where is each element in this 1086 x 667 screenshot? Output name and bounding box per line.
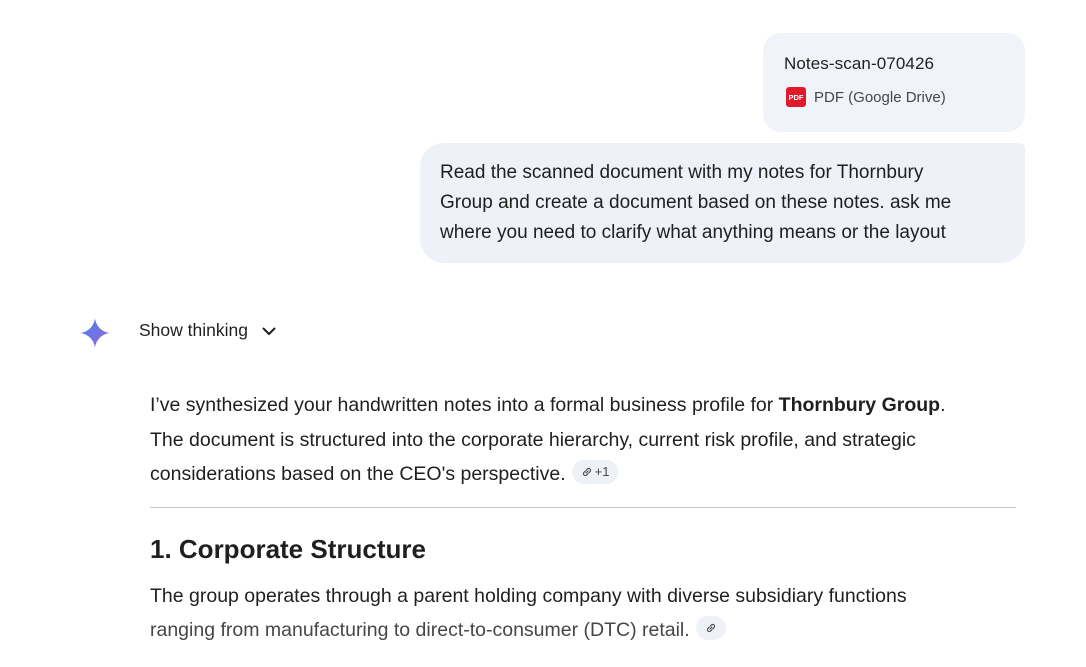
user-message-line: where you need to clarify what anything … — [440, 222, 946, 243]
section1-text-1: The group operates through a parent hold… — [150, 584, 907, 607]
attachment-card[interactable]: Notes-scan-070426 PDF PDF (Google Drive) — [763, 33, 1025, 132]
source-chip[interactable]: +1 — [571, 460, 619, 484]
show-thinking-label: Show thinking — [139, 320, 248, 340]
gemini-spark-icon — [80, 318, 110, 348]
link-icon — [582, 467, 591, 477]
intro-bold-company: Thornbury Group — [778, 394, 941, 416]
user-message-bubble: Read the scanned document with my notes … — [420, 143, 1025, 263]
show-thinking-button[interactable]: Show thinking — [139, 320, 278, 341]
divider — [150, 506, 1016, 508]
intro-text-1: I’ve synthesized your handwritten notes … — [150, 394, 779, 416]
intro-text-3: The document is structured into the corp… — [150, 428, 916, 451]
intro-text-2: . — [940, 394, 946, 416]
user-message-line: Group and create a document based on the… — [440, 192, 952, 213]
source-chip[interactable] — [695, 616, 726, 640]
link-icon — [706, 623, 715, 633]
attachment-meta: PDF PDF (Google Drive) — [784, 87, 1005, 107]
chevron-down-icon — [262, 327, 276, 335]
attachment-type: PDF (Google Drive) — [814, 88, 946, 106]
chat-page: Notes-scan-070426 PDF PDF (Google Drive)… — [0, 0, 1086, 667]
assistant-response: I’ve synthesized your handwritten notes … — [150, 388, 1016, 648]
section1-text-2: ranging from manufacturing to direct-to-… — [150, 619, 690, 641]
pdf-icon: PDF — [786, 87, 806, 107]
intro-paragraph: I’ve synthesized your handwritten notes … — [150, 388, 1016, 492]
source-count: +1 — [594, 463, 610, 479]
section1-paragraph: The group operates through a parent hold… — [150, 579, 1016, 648]
section-heading: 1. Corporate Structure — [150, 533, 426, 564]
intro-text-4: considerations based on the CEO's perspe… — [150, 463, 566, 485]
attachment-file-name: Notes-scan-070426 — [784, 54, 935, 73]
user-message-line: Read the scanned document with my notes … — [440, 162, 924, 183]
